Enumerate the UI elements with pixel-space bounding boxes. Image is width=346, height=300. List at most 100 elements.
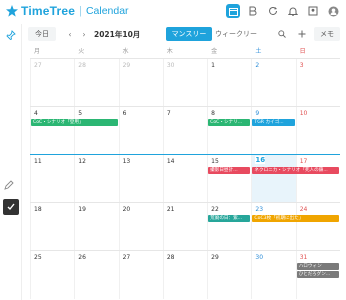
prev-month-button[interactable]: ‹ [64, 27, 76, 41]
day-cell[interactable]: 14 [162, 155, 207, 203]
day-cell[interactable]: 29 [118, 59, 163, 107]
day-cell[interactable]: 17 [295, 155, 340, 203]
day-number: 31 [299, 254, 308, 261]
day-cell[interactable]: 26 [74, 251, 118, 299]
day-number: 1 [211, 62, 215, 69]
header-actions [226, 4, 340, 18]
sync-icon[interactable] [266, 4, 280, 18]
calendar-event[interactable]: 荒廃の日：紫... [208, 215, 251, 222]
monthly-view-tab[interactable]: マンスリー [166, 27, 212, 41]
calendar-event[interactable]: ネクロニカ・シナリオ「死人の鎖... [252, 167, 339, 174]
today-cell[interactable]: 16 [251, 155, 296, 203]
day-number: 13 [122, 158, 131, 165]
today-button[interactable]: 今日 [28, 27, 56, 41]
top-header: TimeTree | Calendar [0, 0, 346, 22]
day-cell[interactable]: 11 [30, 155, 74, 203]
calendar-week-row: 18 19 20 21 22 23 24 荒廃の日：紫... CoC3枚「初期に出た」 [30, 202, 340, 251]
b-icon[interactable] [246, 4, 260, 18]
day-number: 29 [122, 62, 131, 69]
calendar-event[interactable]: TGR カイゴ... [252, 119, 295, 126]
weekday-mon: 月 [34, 48, 41, 55]
star-logo-icon [6, 5, 18, 17]
day-number: 30 [255, 254, 264, 261]
day-cell[interactable]: 3 [295, 59, 340, 107]
day-cell[interactable]: 30 [251, 251, 295, 299]
calendar-event[interactable]: CoC3枚「初期に出た」 [252, 215, 339, 222]
day-cell[interactable]: 4 [30, 107, 74, 155]
day-number: 16 [255, 156, 266, 164]
day-cell[interactable]: 28 [74, 59, 118, 107]
day-number: 21 [166, 206, 175, 213]
add-event-icon[interactable] [296, 27, 308, 41]
brand-name: TimeTree [21, 4, 76, 18]
day-number: 20 [122, 206, 131, 213]
weekday-header: 月 火 水 木 金 土 日 [30, 46, 340, 58]
day-cell[interactable]: 29 [207, 251, 251, 299]
day-number: 24 [299, 206, 308, 213]
day-cell[interactable]: 13 [118, 155, 163, 203]
day-cell[interactable]: 5 [74, 107, 118, 155]
day-cell[interactable]: 10 [295, 107, 340, 155]
left-rail [0, 24, 22, 300]
day-cell[interactable]: 6 [118, 107, 163, 155]
day-number: 10 [299, 110, 308, 117]
day-number: 18 [34, 206, 42, 213]
day-cell[interactable]: 27 [118, 251, 163, 299]
next-month-button[interactable]: › [78, 27, 90, 41]
day-cell[interactable]: 20 [118, 203, 163, 251]
calendar-week-row: 27 28 29 30 1 2 3 [30, 58, 340, 107]
day-cell[interactable]: 9 [251, 107, 295, 155]
day-number: 30 [166, 62, 175, 69]
day-number: 28 [78, 62, 86, 69]
day-cell[interactable]: 1 [207, 59, 251, 107]
day-number: 12 [78, 158, 86, 165]
calendar-event[interactable]: ハロウィン [296, 263, 339, 270]
search-icon[interactable] [276, 27, 288, 41]
weekday-sun: 日 [299, 48, 306, 55]
calendar-event[interactable]: ひとだろグン... [296, 271, 339, 278]
checkbox-icon[interactable] [3, 199, 19, 215]
month-calendar: 月 火 水 木 金 土 日 27 28 29 30 1 2 3 4 5 6 7 8 9 10 CoC・シナリ… [30, 46, 340, 299]
day-cell[interactable]: 19 [74, 203, 118, 251]
bell-icon[interactable] [286, 4, 300, 18]
day-cell[interactable]: 2 [251, 59, 295, 107]
pin-icon[interactable] [4, 28, 18, 42]
weekday-fri: 金 [211, 48, 218, 55]
day-cell[interactable]: 18 [30, 203, 74, 251]
day-cell[interactable]: 22 [207, 203, 251, 251]
day-cell[interactable]: 25 [30, 251, 74, 299]
day-cell[interactable]: 7 [162, 107, 207, 155]
day-cell[interactable]: 28 [162, 251, 207, 299]
day-cell[interactable]: 24 [295, 203, 340, 251]
memo-button[interactable]: メモ [314, 27, 340, 41]
weekday-thu: 木 [166, 48, 173, 55]
day-cell[interactable]: 21 [162, 203, 207, 251]
account-icon[interactable] [326, 4, 340, 18]
user-settings-icon[interactable] [306, 4, 320, 18]
day-number: 8 [211, 110, 215, 117]
day-cell[interactable]: 15 [207, 155, 251, 203]
app-logo[interactable]: TimeTree | Calendar [6, 4, 129, 18]
day-number: 6 [122, 110, 127, 117]
day-number: 3 [299, 62, 304, 69]
calendar-event[interactable]: CoC・シナリオ「登用」 [31, 119, 118, 126]
day-cell[interactable]: 27 [30, 59, 74, 107]
day-cell[interactable]: 8 [207, 107, 251, 155]
day-cell[interactable]: 12 [74, 155, 118, 203]
day-number: 14 [166, 158, 175, 165]
day-cell[interactable]: 30 [162, 59, 207, 107]
day-number: 23 [255, 206, 264, 213]
day-number: 29 [211, 254, 219, 261]
calendar-weeks: 27 28 29 30 1 2 3 4 5 6 7 8 9 10 CoC・シナリオ「登用」 CoC・シナリ..… [30, 58, 340, 299]
weekly-view-tab[interactable]: ウィークリー [214, 27, 258, 41]
calendar-event[interactable]: 撮影日昼計… [208, 167, 251, 174]
weekday-sat: 土 [255, 48, 262, 55]
calendar-week-row: 11 12 13 14 15 16 17 撮影日昼計… ネクロニカ・シナリオ「死人の鎖... [30, 154, 340, 203]
day-number: 5 [78, 110, 83, 117]
day-number: 17 [299, 158, 308, 165]
pencil-icon[interactable] [4, 180, 14, 193]
calendar-icon[interactable] [226, 4, 240, 18]
calendar-event[interactable]: CoC・シナリ... [208, 119, 251, 126]
day-number: 4 [34, 110, 38, 117]
day-cell[interactable]: 23 [251, 203, 295, 251]
